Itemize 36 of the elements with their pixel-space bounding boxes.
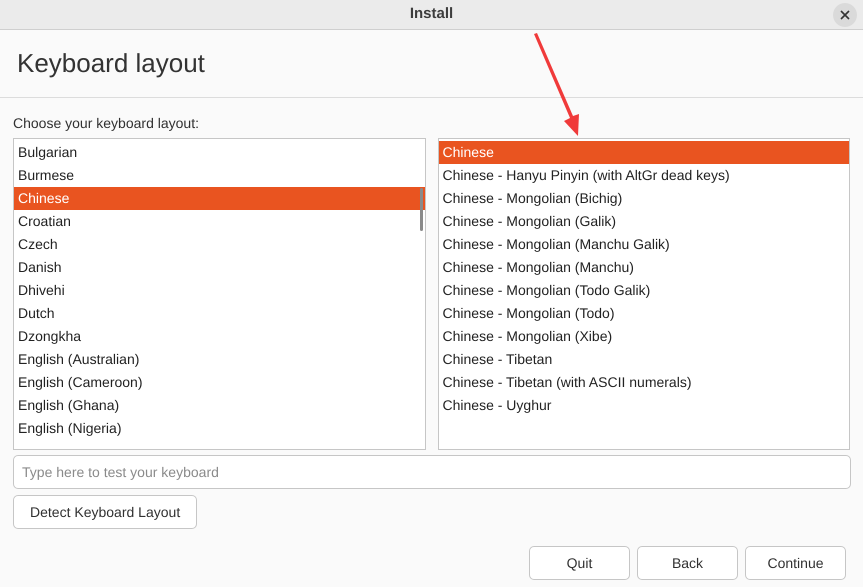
list-item[interactable]: English (Cameroon) (14, 371, 424, 394)
page-heading: Keyboard layout (17, 47, 205, 80)
list-item[interactable]: Burmese (14, 164, 424, 187)
list-item[interactable]: Chinese - Mongolian (Todo Galik) (438, 279, 849, 302)
list-item[interactable]: Bulgarian (14, 141, 424, 164)
close-icon (840, 10, 850, 20)
list-item[interactable]: Chinese - Mongolian (Manchu Galik) (438, 233, 849, 256)
list-item[interactable]: Dzongkha (14, 325, 424, 348)
list-item[interactable]: Dutch (14, 302, 424, 325)
list-item[interactable]: Chinese - Tibetan (with ASCII numerals) (438, 371, 849, 394)
list-item[interactable]: English (Nigeria) (14, 417, 424, 440)
list-item[interactable]: Danish (14, 256, 424, 279)
close-button[interactable] (833, 3, 857, 27)
list-item[interactable]: Chinese - Mongolian (Todo) (438, 302, 849, 325)
list-item[interactable]: Chinese - Mongolian (Xibe) (438, 325, 849, 348)
list-item[interactable]: Dhivehi (14, 279, 424, 302)
list-item[interactable]: English (Australian) (14, 348, 424, 371)
window-title: Install (410, 4, 454, 24)
list-item[interactable]: English (Ghana) (14, 394, 424, 417)
list-item[interactable]: Czech (14, 233, 424, 256)
layout-prompt: Choose your keyboard layout: (13, 114, 200, 133)
test-input-field[interactable]: Type here to test your keyboard (13, 455, 851, 489)
list-item[interactable]: Chinese - Mongolian (Bichig) (438, 187, 849, 210)
list-item[interactable]: Chinese - Mongolian (Manchu) (438, 256, 849, 279)
list-item[interactable]: Croatian (14, 210, 424, 233)
list-item[interactable]: Chinese (14, 187, 424, 210)
dialog-button[interactable]: Quit (529, 546, 630, 580)
dialog-button[interactable]: Back (637, 546, 738, 580)
dialog-button[interactable]: Continue (745, 546, 846, 580)
list-item[interactable]: Chinese - Uyghur (438, 394, 849, 417)
detect-layout-button[interactable]: Detect Keyboard Layout (13, 495, 198, 529)
list-item[interactable]: Chinese - Tibetan (438, 348, 849, 371)
list-item[interactable]: Chinese (438, 141, 849, 164)
list-item[interactable]: Chinese - Hanyu Pinyin (with AltGr dead keys) (438, 164, 849, 187)
list-item[interactable]: Chinese - Mongolian (Galik) (438, 210, 849, 233)
scrollbar[interactable] (420, 188, 422, 231)
